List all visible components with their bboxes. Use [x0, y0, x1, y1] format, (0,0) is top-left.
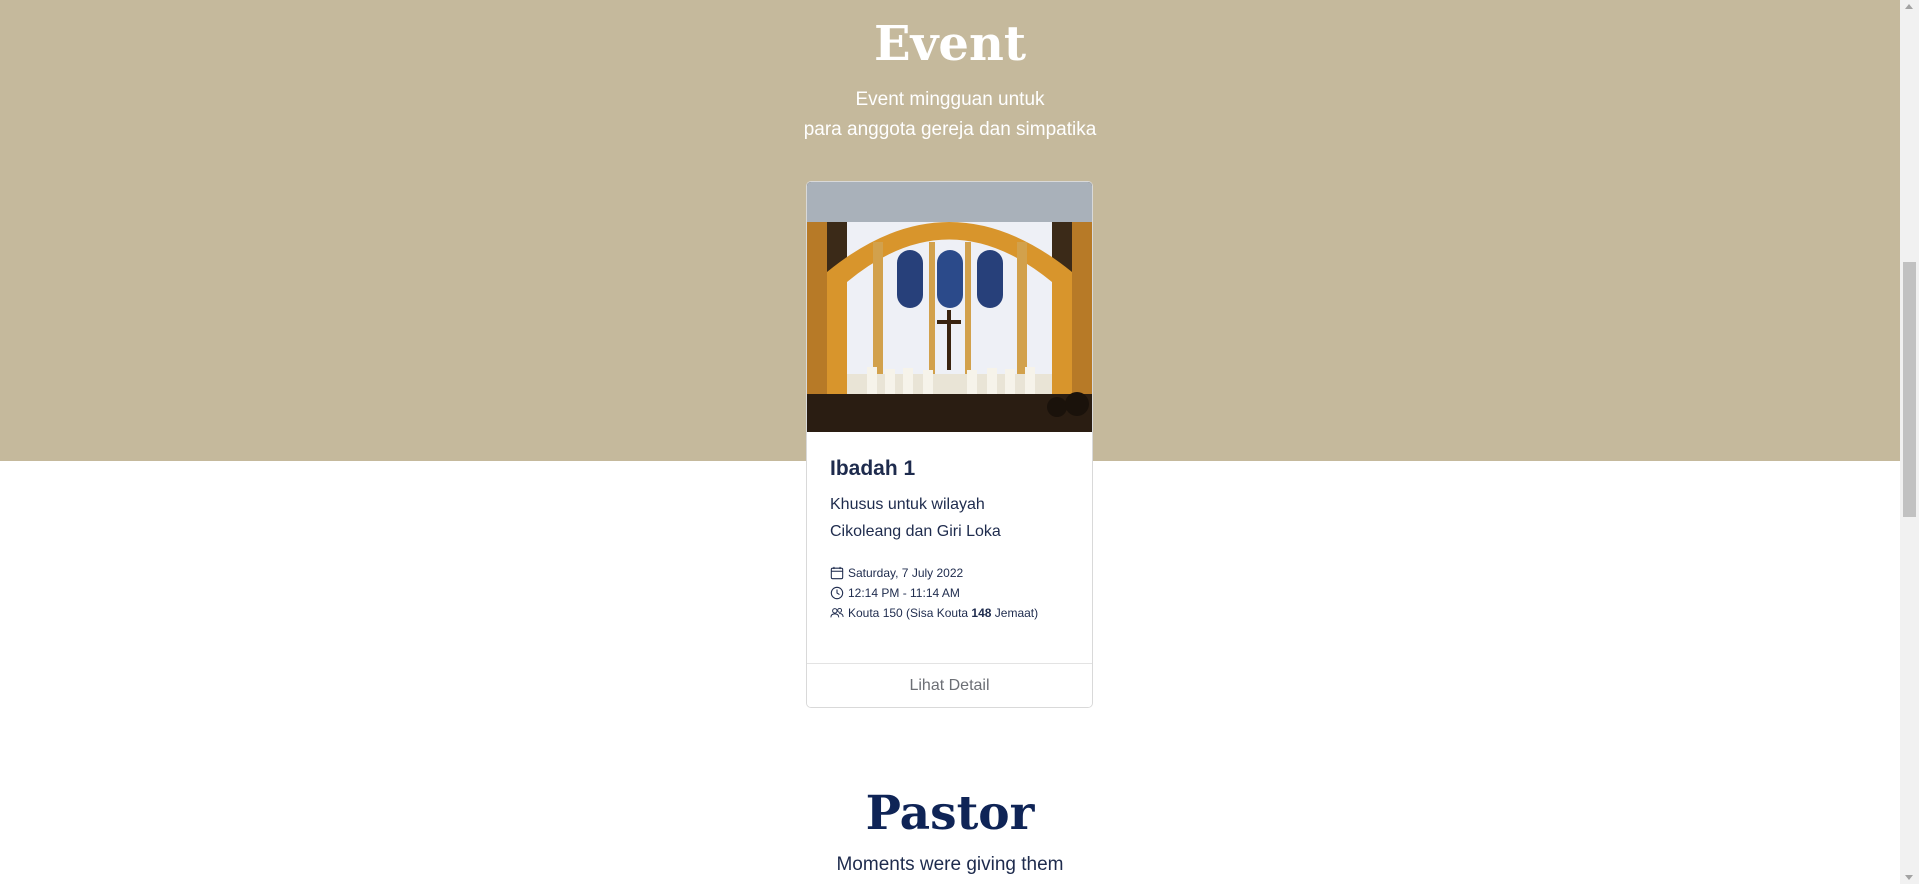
- calendar-icon: [830, 566, 844, 580]
- event-card-image[interactable]: [807, 182, 1092, 432]
- event-card: Ibadah 1 Khusus untuk wilayah Cikoleang …: [806, 181, 1093, 708]
- event-quota: Kouta 150 (Sisa Kouta 148 Jemaat): [848, 606, 1038, 620]
- event-card-title: Ibadah 1: [830, 457, 916, 480]
- event-section-title: Event: [873, 16, 1027, 72]
- event-date: Saturday, 7 July 2022: [848, 566, 964, 580]
- scroll-down-arrow-icon[interactable]: [1905, 875, 1913, 880]
- users-icon: [830, 607, 844, 618]
- event-quota-prefix: Kouta 150 (Sisa Kouta: [848, 606, 972, 620]
- clock-icon: [830, 586, 844, 600]
- event-section-subtitle-line2: para anggota gereja dan simpatika: [803, 119, 1097, 140]
- lihat-detail-button[interactable]: Lihat Detail: [807, 663, 1092, 707]
- event-quota-remaining: 148: [971, 606, 992, 620]
- page: Event Event mingguan untuk para anggota …: [0, 0, 1900, 884]
- vertical-scrollbar[interactable]: [1900, 0, 1919, 884]
- event-quota-row: Kouta 150 (Sisa Kouta 148 Jemaat): [830, 605, 1038, 621]
- scroll-up-arrow-icon[interactable]: [1905, 4, 1913, 9]
- event-time: 12:14 PM - 11:14 AM: [848, 586, 960, 600]
- event-time-row: 12:14 PM - 11:14 AM: [830, 585, 960, 601]
- pastor-section-subtitle: Moments were giving them: [836, 854, 1064, 875]
- event-quota-suffix: Jemaat): [991, 606, 1039, 620]
- event-section-subtitle-line1: Event mingguan untuk: [855, 89, 1045, 110]
- church-altar-image: [807, 182, 1092, 432]
- event-card-description-line1: Khusus untuk wilayah: [830, 496, 985, 513]
- scrollbar-thumb[interactable]: [1903, 262, 1916, 517]
- pastor-section-title: Pastor: [865, 786, 1035, 841]
- event-date-row: Saturday, 7 July 2022: [830, 565, 963, 581]
- event-card-description-line2: Cikoleang dan Giri Loka: [830, 523, 1001, 540]
